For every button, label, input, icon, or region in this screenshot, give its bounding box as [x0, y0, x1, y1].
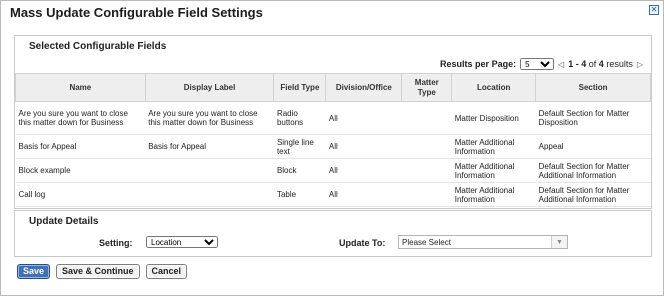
panel-title: Selected Configurable Fields: [29, 41, 167, 52]
cell-matter-type: [401, 101, 452, 135]
table-row[interactable]: Call log Table All Matter Additional Inf…: [15, 182, 651, 207]
update-to-value: Please Select: [402, 237, 451, 247]
range-total: 4: [598, 59, 604, 69]
cell-section: Appeal: [535, 134, 651, 159]
cell-division: All: [325, 182, 402, 207]
cell-display-label: Are you sure you want to close this matt…: [145, 101, 274, 135]
selected-fields-panel: Selected Configurable Fields Results per…: [14, 35, 652, 209]
range-of: of: [588, 59, 597, 69]
update-to-label: Update To:: [339, 238, 386, 248]
cell-division: All: [325, 134, 402, 159]
cell-location: Matter Additional Information: [451, 158, 536, 183]
column-header-section[interactable]: Section: [535, 73, 651, 102]
cell-matter-type: [401, 158, 452, 183]
prev-page-icon[interactable]: ◁: [558, 60, 564, 69]
table-row[interactable]: Block example Block All Matter Additiona…: [15, 158, 651, 183]
cell-division: All: [325, 101, 402, 135]
page-range: 1 - 4 of 4 results: [568, 59, 633, 69]
fields-table: Name Display Label Field Type Division/O…: [15, 73, 651, 207]
cell-matter-type: [401, 134, 452, 159]
cell-matter-type: [401, 182, 452, 207]
cell-name: Are you sure you want to close this matt…: [15, 101, 146, 135]
close-icon[interactable]: ✕: [649, 5, 659, 15]
cell-location: Matter Additional Information: [451, 134, 536, 159]
table-row[interactable]: Basis for Appeal Basis for Appeal Single…: [15, 134, 651, 159]
pager: Results per Page: 5 ◁ 1 - 4 of 4 results…: [440, 58, 643, 70]
cell-display-label: [145, 158, 274, 183]
range-value: 1 - 4: [568, 59, 587, 69]
save-and-continue-button[interactable]: Save & Continue: [56, 264, 140, 279]
cell-field-type: Radio buttons: [273, 101, 326, 135]
update-details-panel: Update Details Setting: Location Update …: [14, 210, 652, 257]
setting-select[interactable]: Location: [146, 236, 218, 248]
column-header-location[interactable]: Location: [451, 73, 537, 102]
cell-section: Default Section for Matter Additional In…: [535, 158, 651, 183]
results-per-page-select[interactable]: 5: [520, 58, 555, 70]
range-suffix: results: [606, 59, 633, 69]
cancel-button[interactable]: Cancel: [145, 264, 188, 279]
cell-section: Default Section for Matter Additional In…: [535, 182, 651, 207]
results-per-page-label: Results per Page:: [440, 59, 517, 69]
dialog-title: Mass Update Configurable Field Settings: [10, 5, 263, 20]
cell-field-type: Block: [273, 158, 326, 183]
column-header-display-label[interactable]: Display Label: [144, 73, 275, 102]
save-button[interactable]: Save: [17, 264, 51, 279]
table-row[interactable]: Are you sure you want to close this matt…: [15, 101, 651, 135]
action-bar: Save Save & Continue Cancel: [17, 264, 188, 279]
next-page-icon[interactable]: ▷: [637, 60, 643, 69]
cell-location: Matter Disposition: [451, 101, 536, 135]
update-details-title: Update Details: [29, 216, 99, 227]
cell-name: Call log: [15, 182, 146, 207]
cell-name: Basis for Appeal: [15, 134, 146, 159]
cell-display-label: [145, 182, 274, 207]
chevron-down-icon[interactable]: ▼: [551, 236, 567, 248]
cell-division: All: [325, 158, 402, 183]
column-header-name[interactable]: Name: [15, 73, 146, 102]
mass-update-dialog: Mass Update Configurable Field Settings …: [0, 0, 664, 296]
cell-field-type: Single line text: [273, 134, 326, 159]
setting-label: Setting:: [99, 238, 133, 248]
cell-display-label: Basis for Appeal: [145, 134, 274, 159]
column-header-field-type[interactable]: Field Type: [273, 73, 327, 102]
update-to-combobox[interactable]: Please Select ▼: [398, 235, 568, 249]
table-header-row: Name Display Label Field Type Division/O…: [15, 73, 651, 102]
cell-section: Default Section for Matter Disposition: [535, 101, 651, 135]
column-header-division[interactable]: Division/Office: [325, 73, 403, 102]
cell-location: Matter Additional Information: [451, 182, 536, 207]
cell-field-type: Table: [273, 182, 326, 207]
column-header-matter-type[interactable]: Matter Type: [401, 73, 453, 102]
cell-name: Block example: [15, 158, 146, 183]
